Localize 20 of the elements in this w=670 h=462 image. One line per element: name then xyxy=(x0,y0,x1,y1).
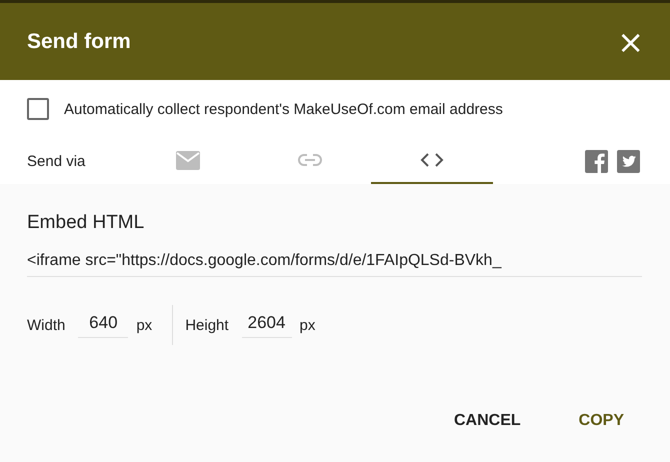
section-heading: Embed HTML xyxy=(27,212,146,234)
checkbox[interactable] xyxy=(27,98,49,120)
code-icon xyxy=(420,153,444,167)
unit-label: px xyxy=(300,316,316,334)
envelope-icon xyxy=(176,150,200,170)
link-icon xyxy=(298,154,322,166)
send-via-label: Send via xyxy=(27,152,86,170)
close-button[interactable]: × xyxy=(617,26,644,58)
width-label: Width xyxy=(27,316,66,334)
embed-code-field[interactable]: <iframe src="https://docs.google.com/forms/d/e/1FAIpQLSd-BVkh_ xyxy=(27,252,642,277)
width-field[interactable]: 640 xyxy=(78,312,128,338)
height-label: Height xyxy=(185,316,229,334)
facebook-icon[interactable] xyxy=(585,150,608,172)
checkbox-label: Automatically collect respondent's MakeUseOf.com email address xyxy=(64,100,503,118)
bird-icon[interactable] xyxy=(617,150,640,172)
window-title: Send form xyxy=(27,30,131,54)
copy-button[interactable]: COPY xyxy=(560,404,642,438)
unit-label: px xyxy=(136,316,152,334)
height-field[interactable]: 2604 xyxy=(242,312,292,338)
cancel-button[interactable]: CANCEL xyxy=(436,404,539,438)
